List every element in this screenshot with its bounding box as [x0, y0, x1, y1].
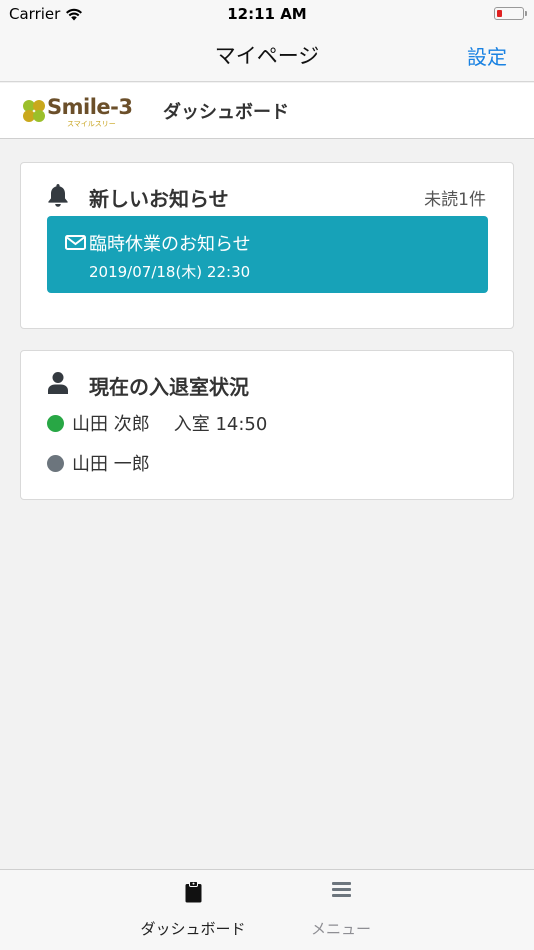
section-title: ダッシュボード [163, 102, 289, 123]
settings-button[interactable]: 設定 [467, 41, 507, 70]
notice-item[interactable]: 臨時休業のお知らせ 2019/07/18(木) 22:30 [47, 216, 488, 293]
unread-count: 未読1件 [424, 190, 486, 210]
menu-icon [241, 881, 441, 902]
attendance-row: 山田 一郎 [47, 450, 150, 476]
person-name: 山田 一郎 [72, 454, 150, 475]
tab-menu[interactable]: メニュー [241, 870, 441, 950]
navigation-bar: マイページ 設定 [0, 28, 534, 82]
smile3-logo: Smile-3 スマイルスリー [20, 95, 133, 129]
notice-title: 臨時休業のお知らせ [89, 234, 251, 255]
logo-text: Smile-3 [47, 95, 133, 119]
page-title: マイページ [214, 44, 320, 68]
notices-title: 新しいお知らせ [89, 187, 229, 211]
status-bar: Carrier 12:11 AM [0, 0, 534, 28]
attendance-row: 山田 次郎 入室 14:50 [47, 410, 267, 436]
status-out-dot [47, 455, 64, 472]
user-icon [47, 371, 69, 399]
clock: 12:11 AM [227, 5, 307, 23]
tab-menu-label: メニュー [310, 920, 371, 938]
notices-card: 新しいお知らせ 未読1件 臨時休業のお知らせ 2019/07/18(木) 22:… [20, 162, 514, 329]
logo-subtext: スマイルスリー [67, 120, 116, 128]
notice-date: 2019/07/18(木) 22:30 [89, 263, 251, 281]
attendance-card: 現在の入退室状況 山田 次郎 入室 14:50 山田 一郎 [20, 350, 514, 500]
status-in-dot [47, 415, 64, 432]
dashboard-header: Smile-3 スマイルスリー ダッシュボード [0, 83, 534, 139]
battery-icon [494, 7, 524, 20]
envelope-icon [65, 235, 86, 254]
clover-icon [23, 100, 45, 122]
battery-cap [525, 11, 527, 16]
bell-icon [47, 183, 69, 211]
person-name: 山田 次郎 [72, 414, 150, 435]
entry-time: 入室 14:50 [173, 414, 268, 435]
attendance-title: 現在の入退室状況 [89, 375, 249, 399]
tab-bar: ダッシュボード メニュー [0, 869, 534, 950]
